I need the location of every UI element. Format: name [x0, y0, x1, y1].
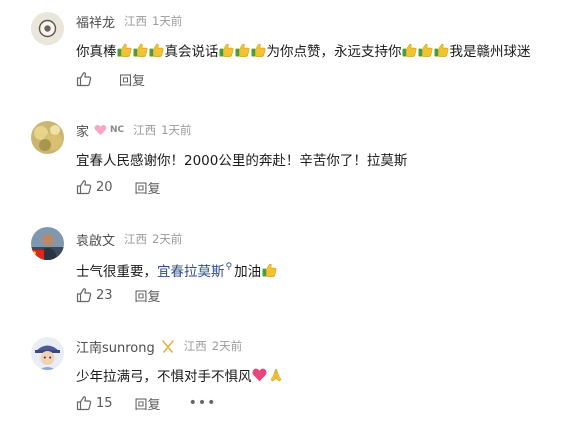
avatar[interactable]	[31, 12, 64, 45]
thumbs-up-emoji-icon	[251, 43, 266, 57]
username[interactable]: 福祥龙	[76, 12, 115, 31]
comment-meta: 福祥龙 江西 1天前	[76, 12, 183, 31]
username[interactable]: 袁啟文	[76, 230, 115, 249]
more-options-button[interactable]: •••	[189, 395, 217, 411]
comment-item: 福祥龙 江西 1天前 你真棒 真会说话 为你点赞，永远支持你 我是赣州球迷 回复	[0, 0, 561, 105]
reply-button[interactable]: 回复	[135, 178, 161, 197]
reply-button[interactable]: 回复	[119, 70, 145, 89]
thumbs-up-emoji-icon	[149, 43, 164, 57]
comment-text: 少年拉满弓，不惧对手不惧风	[76, 365, 283, 385]
reply-button[interactable]: 回复	[135, 394, 161, 413]
avatar-flower-icon	[31, 121, 64, 154]
comment-text: 宜春人民感谢你！2000公里的奔赴！辛苦你了！拉莫斯	[76, 153, 408, 169]
comment-meta: 家 NC 江西 1天前	[76, 121, 192, 140]
nc-badge: NC	[110, 125, 125, 135]
comment-actions: 20 回复	[76, 178, 161, 197]
comment-item: 家 NC 江西 1天前 宜春人民感谢你！2000公里的奔赴！辛苦你了！拉莫斯 2…	[0, 105, 561, 215]
comment-actions: 回复	[76, 70, 145, 89]
thumbs-up-emoji-icon	[262, 263, 277, 277]
like-count: 23	[96, 287, 113, 303]
avatar[interactable]	[31, 227, 64, 260]
reply-button[interactable]: 回复	[135, 286, 161, 305]
thumbs-up-emoji-icon	[235, 43, 250, 57]
like-icon[interactable]	[76, 395, 92, 411]
avatar-logo-icon	[31, 12, 64, 45]
comment-text: 士气很重要， 宜春拉莫斯 ⚲ 加油	[76, 260, 277, 280]
thumbs-up-emoji-icon	[219, 43, 234, 57]
thumbs-up-emoji-icon	[434, 43, 449, 57]
location: 江西	[133, 123, 157, 137]
timestamp: 2天前	[211, 339, 243, 353]
comment-item: 袁啟文 江西 2天前 士气很重要， 宜春拉莫斯 ⚲ 加油 23 回复	[0, 215, 561, 325]
flag-badge-icon	[31, 250, 44, 260]
timestamp: 1天前	[161, 123, 192, 137]
comment-text: 你真棒 真会说话 为你点赞，永远支持你 我是赣州球迷	[76, 43, 531, 60]
avatar[interactable]	[31, 337, 64, 370]
comment-actions: 15 回复 •••	[76, 394, 217, 413]
like-count: 15	[96, 395, 113, 411]
location: 江西	[124, 14, 148, 28]
username[interactable]: 江南sunrong	[76, 337, 155, 356]
heart-badge-icon	[94, 124, 107, 136]
timestamp: 2天前	[152, 232, 183, 246]
avatar-cartoon-icon	[31, 337, 64, 370]
search-icon: ⚲	[225, 262, 233, 272]
like-count: 20	[96, 179, 113, 195]
like-icon[interactable]	[76, 71, 92, 87]
like-icon[interactable]	[76, 287, 92, 303]
username[interactable]: 家	[76, 121, 89, 140]
thumbs-up-emoji-icon	[117, 43, 132, 57]
comment-meta: 袁啟文 江西 2天前	[76, 230, 183, 249]
location: 江西	[183, 339, 207, 353]
avatar[interactable]	[31, 121, 64, 154]
thumbs-up-emoji-icon	[418, 43, 433, 57]
timestamp: 1天前	[152, 14, 183, 28]
like-icon[interactable]	[76, 179, 92, 195]
location: 江西	[124, 232, 148, 246]
comment-item: 江南sunrong 江西 2天前 少年拉满弓，不惧对手不惧风 15 回复 •••	[0, 325, 561, 432]
pray-hands-emoji-icon	[269, 368, 282, 382]
ribbon-badge-icon	[161, 339, 174, 353]
comment-actions: 23 回复	[76, 286, 161, 305]
search-keyword-link[interactable]: 宜春拉莫斯	[157, 260, 225, 280]
comment-meta: 江南sunrong 江西 2天前	[76, 337, 243, 356]
thumbs-up-emoji-icon	[402, 43, 417, 57]
heart-emoji-icon	[251, 368, 267, 382]
thumbs-up-emoji-icon	[133, 43, 148, 57]
